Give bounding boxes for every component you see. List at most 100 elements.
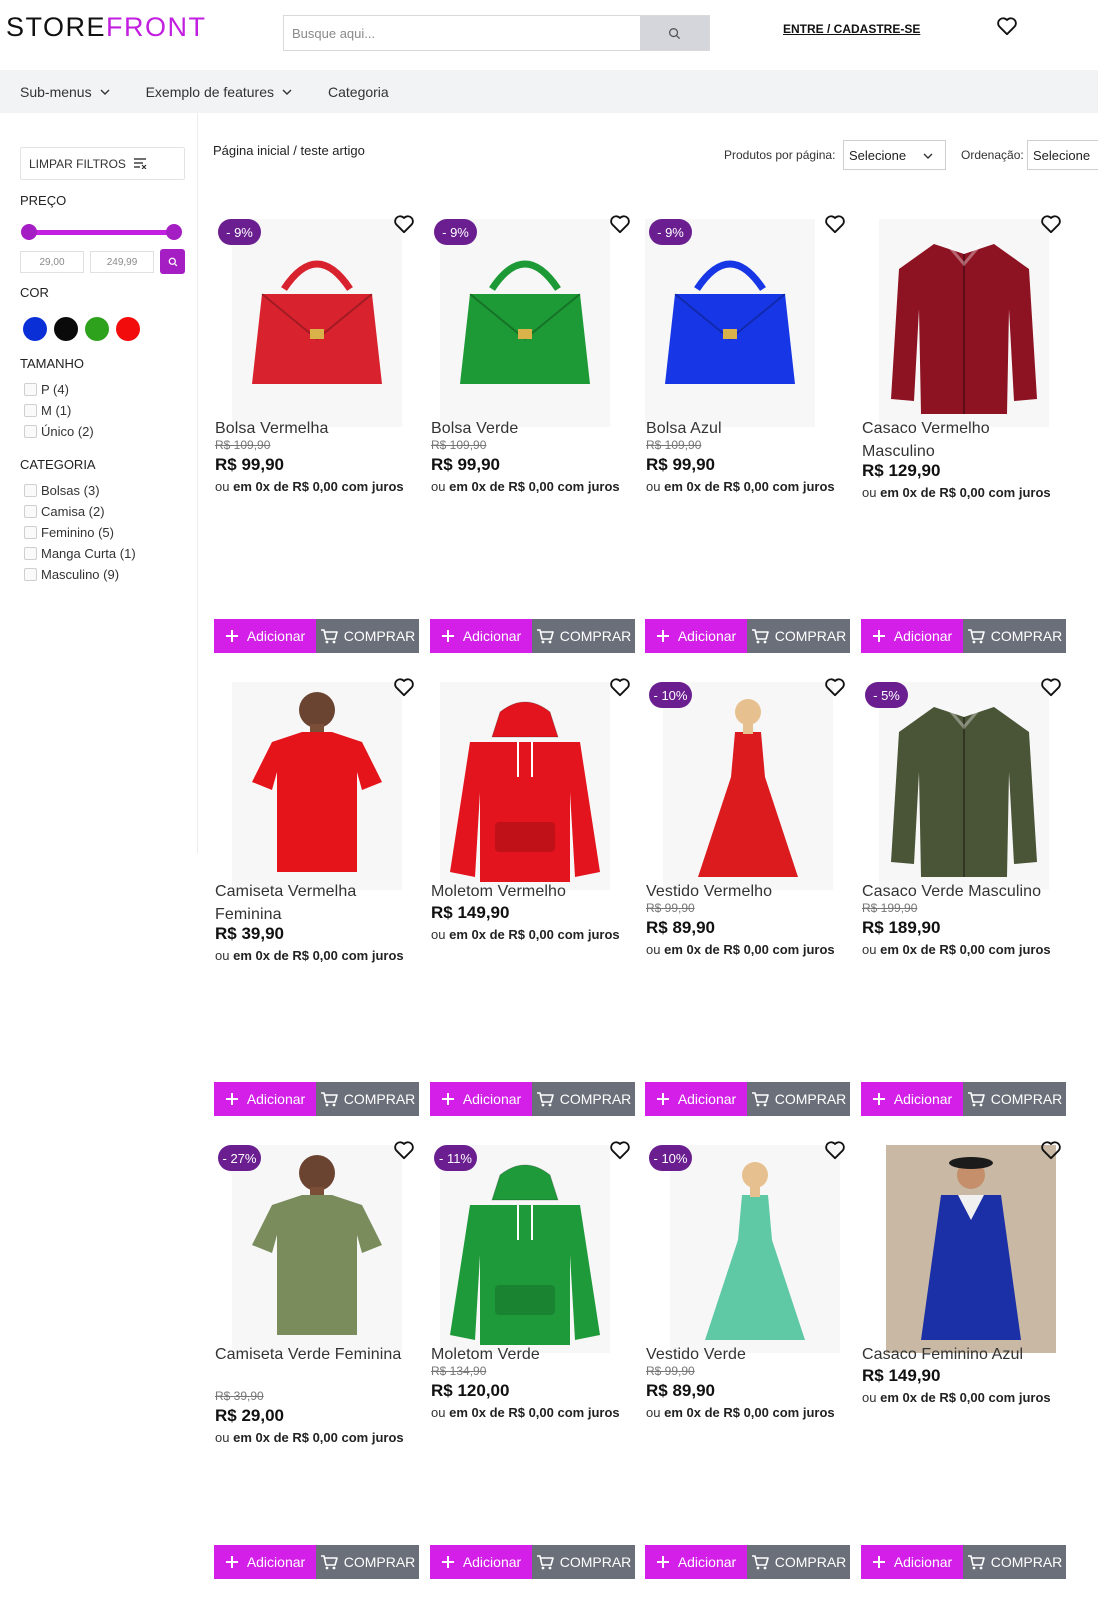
search-button[interactable] [640, 16, 709, 50]
checkbox[interactable] [24, 383, 37, 396]
size-filter-option[interactable]: P (4) [24, 382, 69, 397]
buy-button[interactable]: COMPRAR [316, 1082, 419, 1116]
wishlist-button[interactable] [609, 677, 631, 702]
add-to-cart-button[interactable]: Adicionar [214, 1545, 316, 1579]
size-filter-option[interactable]: M (1) [24, 403, 71, 418]
product-name[interactable]: Camiseta Vermelha Feminina [215, 880, 415, 926]
product-image[interactable] [232, 682, 402, 890]
price-slider-max-handle[interactable] [166, 224, 182, 240]
nav-item-sub-menus[interactable]: Sub-menus [20, 84, 110, 100]
wishlist-button[interactable] [393, 214, 415, 239]
wishlist-button[interactable] [393, 1140, 415, 1165]
wishlist-button[interactable] [393, 677, 415, 702]
category-filter-option[interactable]: Bolsas (3) [24, 483, 100, 498]
product-name[interactable]: Casaco Vermelho Masculino [862, 417, 1062, 463]
add-to-cart-button[interactable]: Adicionar [214, 1082, 316, 1116]
add-to-cart-button[interactable]: Adicionar [214, 619, 316, 653]
add-to-cart-button[interactable]: Adicionar [645, 619, 747, 653]
checkbox[interactable] [24, 505, 37, 518]
buy-button[interactable]: COMPRAR [747, 1082, 850, 1116]
product-name[interactable]: Casaco Verde Masculino [862, 880, 1062, 903]
per-page-select[interactable]: Selecione [843, 140, 946, 170]
product-image[interactable] [670, 1145, 840, 1353]
checkbox[interactable] [24, 404, 37, 417]
add-to-cart-button[interactable]: Adicionar [861, 1082, 963, 1116]
product-image[interactable] [440, 219, 610, 427]
color-swatch[interactable] [54, 317, 78, 341]
product-image[interactable] [645, 219, 815, 427]
category-filter-option[interactable]: Manga Curta (1) [24, 546, 136, 561]
product-name[interactable]: Bolsa Vermelha [215, 417, 415, 440]
checkbox[interactable] [24, 568, 37, 581]
nav-item-categoria[interactable]: Categoria [328, 84, 389, 100]
product-name[interactable]: Bolsa Verde [431, 417, 631, 440]
size-filter-option[interactable]: Único (2) [24, 424, 94, 439]
wishlist-button[interactable] [824, 214, 846, 239]
product-name[interactable]: Bolsa Azul [646, 417, 846, 440]
category-filter-option[interactable]: Feminino (5) [24, 525, 114, 540]
product-name[interactable]: Moletom Vermelho [431, 880, 631, 903]
price-max-input[interactable]: 249,99 [90, 251, 154, 273]
product-image[interactable] [232, 1145, 402, 1353]
product-image[interactable] [440, 682, 610, 890]
search-input[interactable] [284, 16, 640, 50]
product-name[interactable]: Casaco Feminino Azul [862, 1343, 1062, 1366]
wishlist-button[interactable] [824, 677, 846, 702]
add-to-cart-button[interactable]: Adicionar [861, 1545, 963, 1579]
checkbox[interactable] [24, 526, 37, 539]
buy-button[interactable]: COMPRAR [532, 619, 635, 653]
buy-label: COMPRAR [559, 1554, 632, 1570]
breadcrumb-home[interactable]: Página inicial [213, 143, 290, 158]
nav-item-features[interactable]: Exemplo de features [146, 84, 292, 100]
price-slider-min-handle[interactable] [21, 224, 37, 240]
product-name[interactable]: Moletom Verde [431, 1343, 631, 1366]
price-min-input[interactable]: 29,00 [20, 251, 84, 273]
product-name[interactable]: Vestido Vermelho [646, 880, 846, 903]
buy-button[interactable]: COMPRAR [316, 619, 419, 653]
buy-button[interactable]: COMPRAR [532, 1545, 635, 1579]
buy-button[interactable]: COMPRAR [316, 1545, 419, 1579]
wishlist-button[interactable] [1040, 677, 1062, 702]
store-logo[interactable]: STOREFRONT [6, 12, 207, 43]
price-apply-button[interactable] [160, 249, 185, 274]
wishlist-button[interactable] [1040, 1140, 1062, 1165]
wishlist-button[interactable] [609, 1140, 631, 1165]
wishlist-button[interactable] [609, 214, 631, 239]
product-image[interactable] [232, 219, 402, 427]
add-to-cart-button[interactable]: Adicionar [430, 1082, 532, 1116]
product-image[interactable] [440, 1145, 610, 1353]
color-swatch[interactable] [23, 317, 47, 341]
login-link[interactable]: ENTRE / CADASTRE-SE [783, 22, 920, 36]
add-to-cart-button[interactable]: Adicionar [430, 1545, 532, 1579]
add-to-cart-button[interactable]: Adicionar [645, 1545, 747, 1579]
product-image[interactable] [886, 1145, 1056, 1353]
checkbox[interactable] [24, 484, 37, 497]
buy-button[interactable]: COMPRAR [963, 1082, 1066, 1116]
category-filter-option[interactable]: Camisa (2) [24, 504, 105, 519]
wishlist-button[interactable] [996, 16, 1018, 41]
buy-button[interactable]: COMPRAR [963, 1545, 1066, 1579]
old-price: R$ 109,90 [215, 438, 271, 452]
category-filter-option[interactable]: Masculino (9) [24, 567, 119, 582]
wishlist-button[interactable] [1040, 214, 1062, 239]
buy-button[interactable]: COMPRAR [747, 619, 850, 653]
buy-button[interactable]: COMPRAR [532, 1082, 635, 1116]
product-name[interactable]: Camiseta Verde Feminina [215, 1343, 415, 1366]
product-image[interactable] [663, 682, 833, 890]
wishlist-button[interactable] [824, 1140, 846, 1165]
checkbox[interactable] [24, 425, 37, 438]
add-to-cart-button[interactable]: Adicionar [645, 1082, 747, 1116]
color-swatch[interactable] [85, 317, 109, 341]
add-to-cart-button[interactable]: Adicionar [430, 619, 532, 653]
add-to-cart-button[interactable]: Adicionar [861, 619, 963, 653]
buy-button[interactable]: COMPRAR [963, 619, 1066, 653]
product-image[interactable] [879, 682, 1049, 890]
checkbox[interactable] [24, 547, 37, 560]
buy-button[interactable]: COMPRAR [747, 1545, 850, 1579]
color-swatch[interactable] [116, 317, 140, 341]
product-image[interactable] [879, 219, 1049, 427]
order-select[interactable]: Selecione [1027, 140, 1098, 170]
installment-terms: em 0x de R$ 0,00 com juros [664, 479, 835, 494]
product-name[interactable]: Vestido Verde [646, 1343, 846, 1366]
clear-filters-button[interactable]: LIMPAR FILTROS [20, 147, 185, 180]
